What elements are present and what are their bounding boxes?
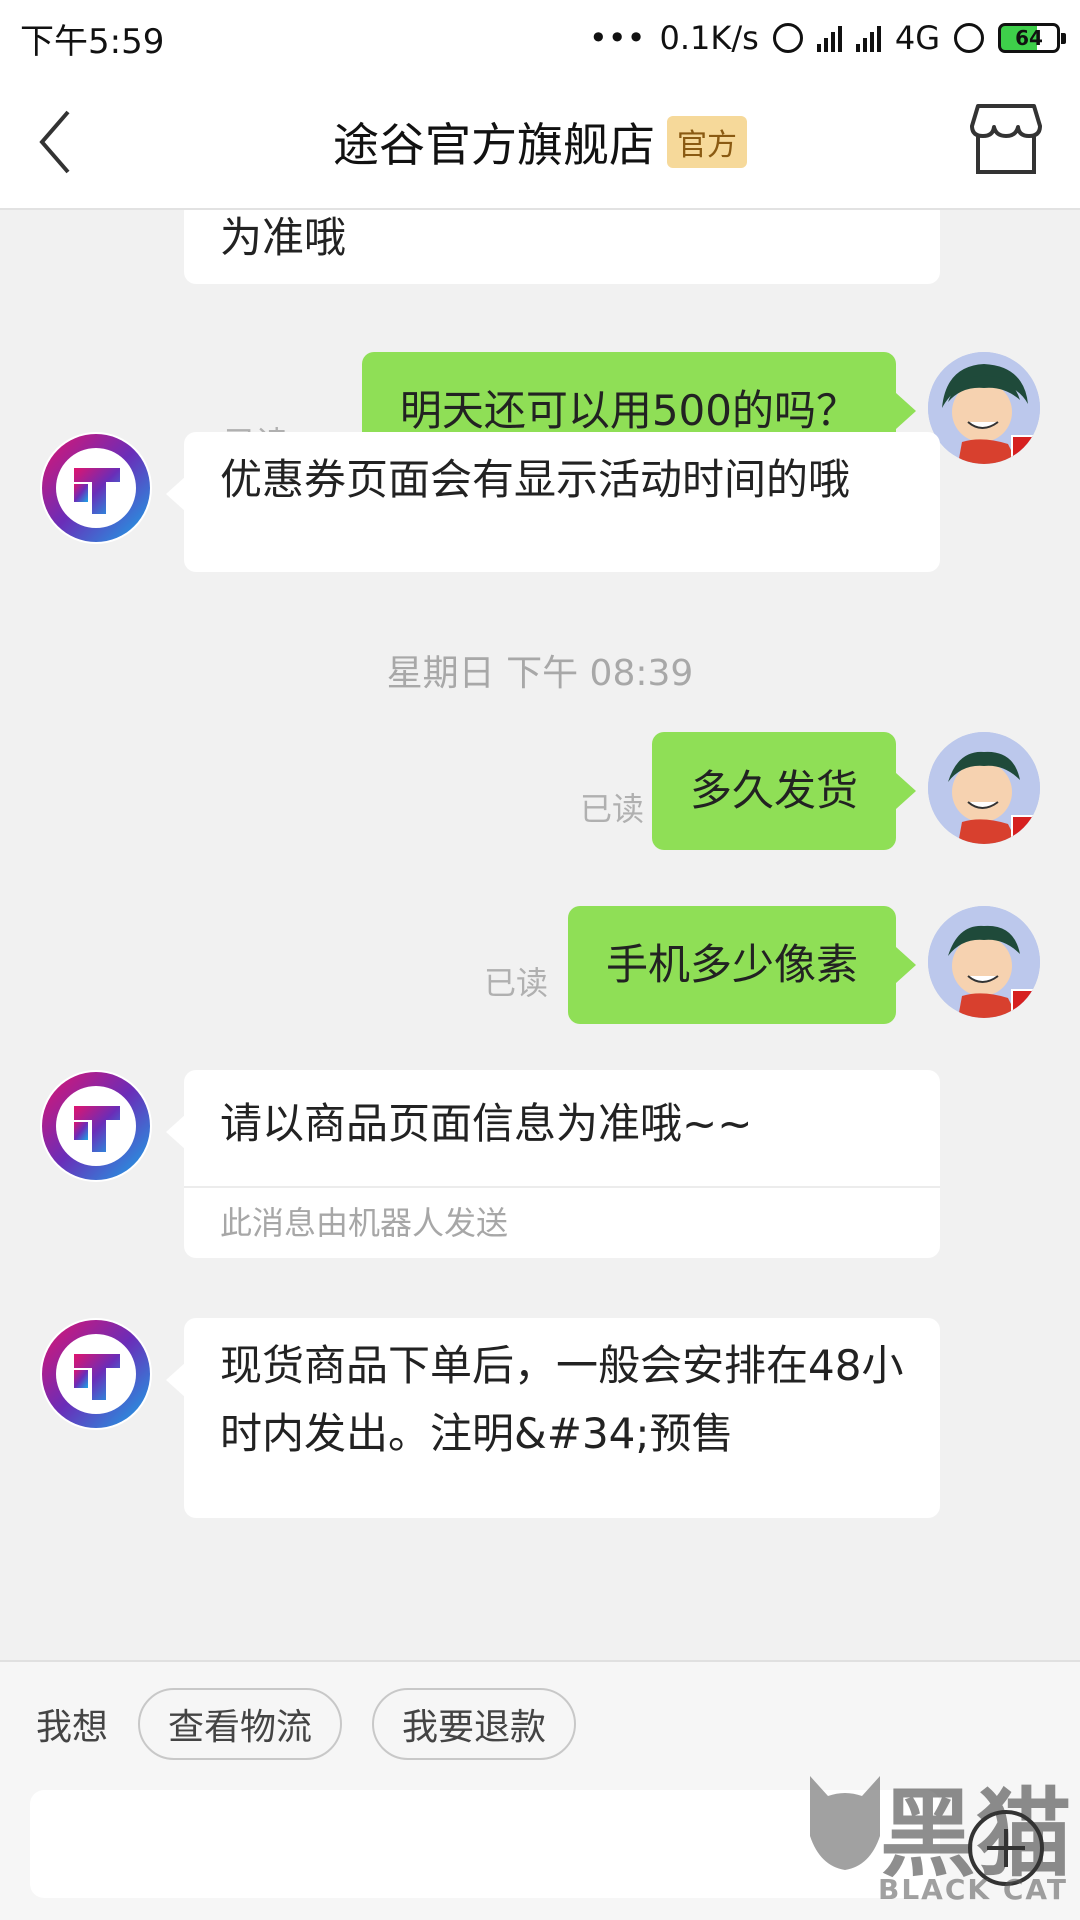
- bot-note: 此消息由机器人发送: [184, 1186, 940, 1258]
- alarm-icon: [772, 23, 803, 53]
- quick-actions-bar: 我想 查看物流 我要退款: [0, 1660, 1080, 1786]
- user-avatar-image: [928, 732, 1040, 844]
- read-status: 已读: [483, 964, 548, 1002]
- store-avatar[interactable]: [40, 1070, 152, 1182]
- plus-button[interactable]: [968, 1810, 1044, 1886]
- store-logo-icon: [42, 434, 150, 542]
- status-bar: 下午5:59 ••• 0.1K/s 4G 64: [0, 0, 1080, 76]
- more-dots-icon: •••: [588, 19, 646, 57]
- official-badge: 官方: [667, 116, 747, 168]
- message-bubble-user: 多久发货: [651, 732, 917, 850]
- chat-timestamp: 星期日 下午 08:39: [386, 653, 694, 694]
- battery-icon: 64: [998, 23, 1066, 53]
- signal-icon-2: [855, 24, 881, 52]
- status-time: 下午5:59: [20, 21, 165, 62]
- network-type: 4G: [894, 19, 940, 57]
- chat-header: 途谷官方旗舰店 官方: [0, 76, 1080, 210]
- chevron-left-icon: [39, 110, 70, 174]
- store-avatar[interactable]: [40, 432, 152, 544]
- message-bubble-store: 请以商品页面信息为准哦~~ 此消息由机器人发送: [166, 1070, 940, 1258]
- input-bar: [0, 1786, 1080, 1920]
- page-title: 途谷官方旗舰店: [333, 118, 655, 172]
- quick-label: 我想: [36, 1707, 109, 1748]
- request-refund-chip[interactable]: 我要退款: [372, 1688, 577, 1760]
- message-bubble-store: 现货商品下单后，一般会安排在48小时内发出。注明&#34;预售: [166, 1318, 940, 1518]
- user-avatar[interactable]: [928, 906, 1040, 1018]
- signal-icon: [816, 24, 842, 52]
- battery-level: 64: [1015, 26, 1043, 50]
- link-icon: [954, 23, 984, 53]
- user-avatar[interactable]: [928, 352, 1040, 464]
- user-avatar[interactable]: [928, 732, 1040, 844]
- message-input[interactable]: [30, 1790, 940, 1898]
- user-avatar-image: [928, 352, 1040, 464]
- user-avatar-image: [928, 906, 1040, 1018]
- message-bubble-store: 为准哦: [184, 210, 940, 284]
- store-logo-icon: [42, 1320, 150, 1428]
- track-logistics-chip[interactable]: 查看物流: [138, 1688, 343, 1760]
- store-button[interactable]: [968, 100, 1044, 180]
- store-logo-icon: [42, 1072, 150, 1180]
- back-button[interactable]: [30, 104, 100, 180]
- chat-list[interactable]: 为准哦 已读 明天还可以用500的吗？: [0, 210, 1080, 1660]
- read-status: 已读: [579, 790, 644, 828]
- network-speed: 0.1K/s: [659, 19, 759, 57]
- store-icon: [970, 104, 1042, 174]
- message-bubble-store: 优惠券页面会有显示活动时间的哦: [166, 432, 940, 572]
- store-avatar[interactable]: [40, 1318, 152, 1430]
- message-bubble-user: 手机多少像素: [567, 906, 917, 1024]
